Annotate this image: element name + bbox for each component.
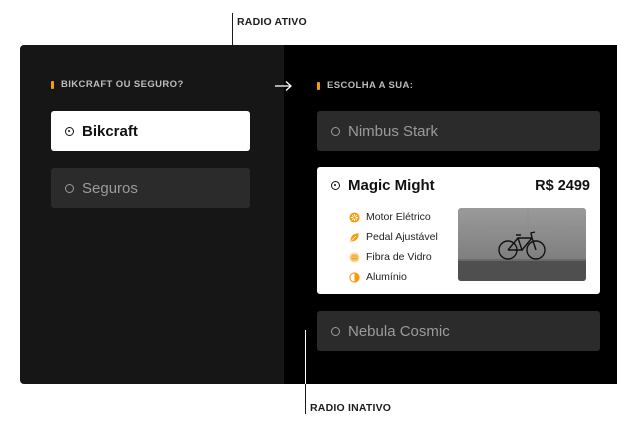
radio-empty-icon <box>331 126 340 136</box>
feature-label: Pedal Ajustável <box>366 231 438 243</box>
radio-option-label: Bikcraft <box>82 122 138 140</box>
card-price: R$ 2499 <box>535 177 590 194</box>
feature-item: Motor Elétrico <box>349 207 438 227</box>
card-title: Magic Might <box>348 177 435 194</box>
bike-photo <box>458 208 586 281</box>
accent-bar <box>317 81 320 90</box>
radio-option-label: Seguros <box>82 179 138 197</box>
radio-option-bikcraft[interactable]: Bikcraft <box>51 111 250 151</box>
half-circle-icon <box>349 271 360 283</box>
right-section-title-text: ESCOLHA A SUA: <box>327 80 414 91</box>
arrow-right-icon <box>275 81 292 91</box>
feature-item: Pedal Ajustável <box>349 227 438 247</box>
leaf-icon <box>350 232 359 242</box>
radio-option-nebula-cosmic[interactable]: Nebula Cosmic <box>317 311 600 351</box>
left-panel <box>20 45 284 384</box>
feature-label: Motor Elétrico <box>366 211 431 223</box>
feature-item: Alumínio <box>349 267 438 287</box>
radio-empty-icon <box>331 326 340 336</box>
radio-selected-icon <box>331 181 340 190</box>
inactive-annotation-line-lower <box>305 384 306 414</box>
feature-list: Motor Elétrico Pedal Ajustável Fibra de … <box>349 207 438 287</box>
inactive-annotation-label: RADIO INATIVO <box>310 402 392 414</box>
right-section-title: ESCOLHA A SUA: <box>317 80 413 91</box>
left-section-title-text: BIKCRAFT OU SEGURO? <box>61 79 184 90</box>
radio-option-nimbus-stark[interactable]: Nimbus Stark <box>317 111 600 151</box>
radio-option-seguros[interactable]: Seguros <box>51 168 250 208</box>
motor-icon <box>349 211 360 223</box>
radio-selected-icon <box>65 126 74 136</box>
radio-empty-icon <box>65 183 74 193</box>
radio-option-magic-might[interactable]: Magic Might R$ 2499 Motor Elétrico Pedal… <box>317 167 600 294</box>
radio-option-label: Nebula Cosmic <box>348 322 450 340</box>
feature-label: Fibra de Vidro <box>366 251 432 263</box>
fiber-icon <box>349 251 360 263</box>
feature-item: Fibra de Vidro <box>349 247 438 267</box>
radio-option-label: Nimbus Stark <box>348 122 439 140</box>
left-section-title: BIKCRAFT OU SEGURO? <box>51 79 184 90</box>
card-header: Magic Might R$ 2499 <box>331 177 590 194</box>
active-annotation-label: RADIO ATIVO <box>237 16 307 28</box>
feature-label: Alumínio <box>366 271 407 283</box>
accent-bar <box>51 80 54 89</box>
